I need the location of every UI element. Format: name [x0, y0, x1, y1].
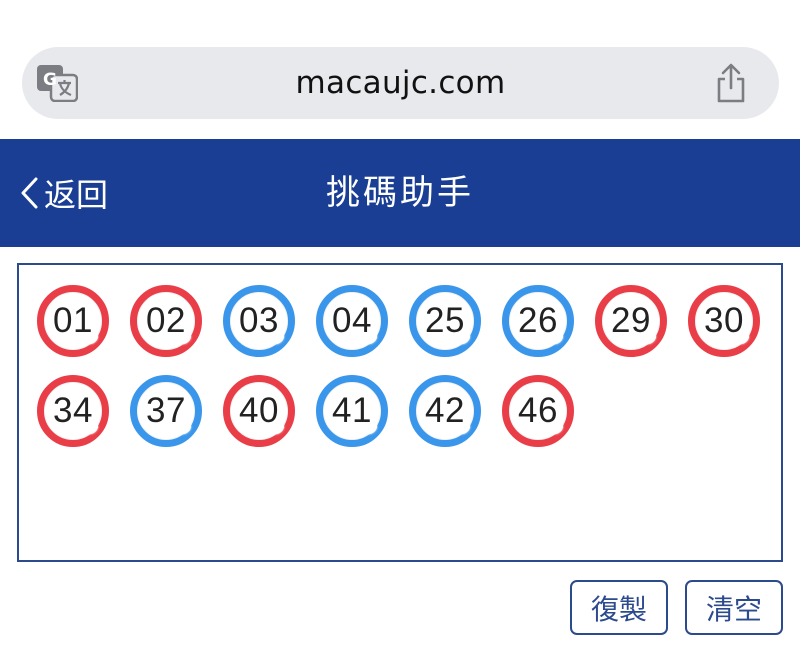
number-ball-41[interactable]: 41: [316, 375, 388, 447]
number-ball-01[interactable]: 01: [37, 285, 109, 357]
number-ball-29[interactable]: 29: [595, 285, 667, 357]
number-ball-label: 25: [425, 301, 465, 340]
number-ball-label: 30: [704, 301, 744, 340]
clear-button[interactable]: 清空: [685, 580, 783, 635]
number-ball-label: 46: [518, 391, 558, 430]
selected-numbers-box: 01 02 03 04 25 26 29 30 34 37 40 41 42 46: [17, 263, 783, 562]
number-ball-label: 03: [239, 301, 279, 340]
number-ball-42[interactable]: 42: [409, 375, 481, 447]
number-ball-04[interactable]: 04: [316, 285, 388, 357]
page-title: 挑碼助手: [326, 173, 474, 213]
number-ball-40[interactable]: 40: [223, 375, 295, 447]
number-ball-label: 40: [239, 391, 279, 430]
number-ball-25[interactable]: 25: [409, 285, 481, 357]
number-ball-label: 26: [518, 301, 558, 340]
number-ball-46[interactable]: 46: [502, 375, 574, 447]
number-ball-30[interactable]: 30: [688, 285, 760, 357]
number-ball-34[interactable]: 34: [37, 375, 109, 447]
number-ball-label: 29: [611, 301, 651, 340]
number-ball-02[interactable]: 02: [130, 285, 202, 357]
number-ball-grid: 01 02 03 04 25 26 29 30 34 37 40 41 42 46: [37, 285, 777, 447]
number-ball-03[interactable]: 03: [223, 285, 295, 357]
copy-button[interactable]: 復製: [570, 580, 668, 635]
address-bar[interactable]: G macaujc.com: [22, 47, 779, 119]
number-ball-label: 01: [53, 301, 93, 340]
number-ball-26[interactable]: 26: [502, 285, 574, 357]
number-ball-37[interactable]: 37: [130, 375, 202, 447]
share-icon[interactable]: [711, 63, 751, 103]
app-header: 返回 挑碼助手: [0, 139, 800, 247]
number-ball-label: 02: [146, 301, 186, 340]
number-ball-label: 41: [332, 391, 372, 430]
number-ball-label: 04: [332, 301, 372, 340]
number-ball-label: 34: [53, 391, 93, 430]
number-ball-label: 37: [146, 391, 186, 430]
number-ball-label: 42: [425, 391, 465, 430]
url-text[interactable]: macaujc.com: [22, 47, 779, 119]
